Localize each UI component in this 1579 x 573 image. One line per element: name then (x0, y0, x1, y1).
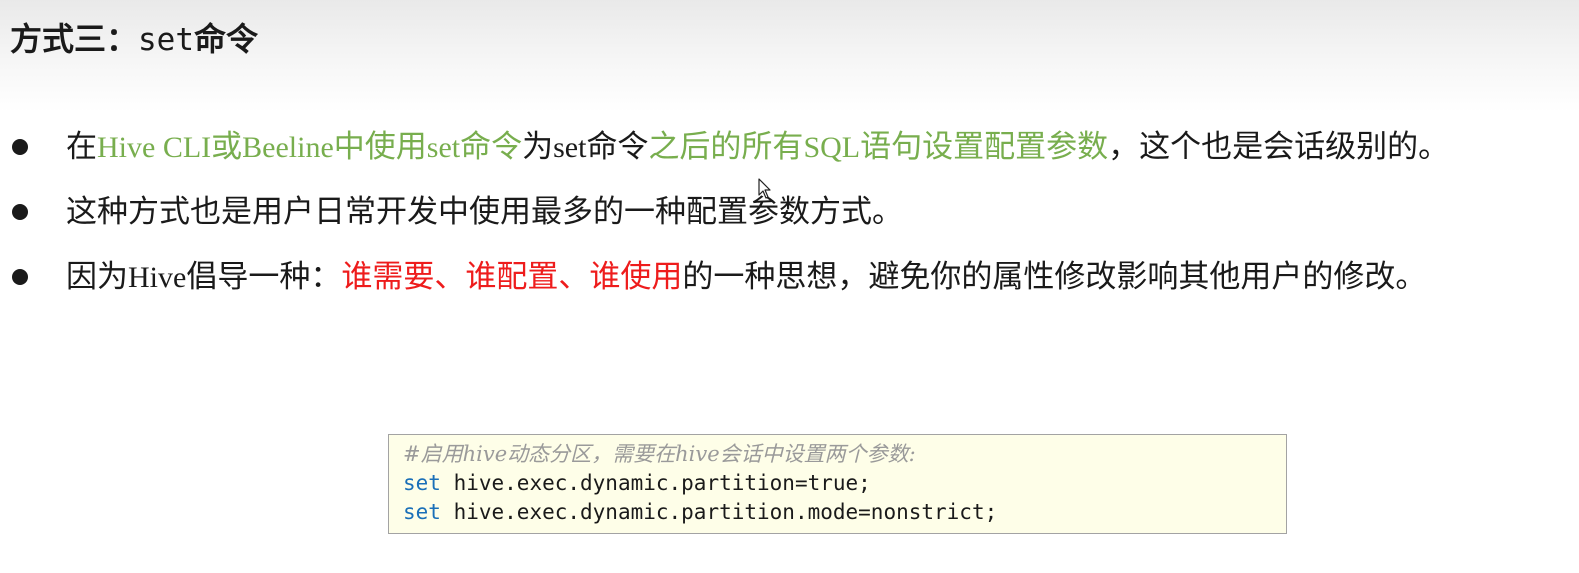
bullet-text-3: 因为Hive倡导一种：谁需要、谁配置、谁使用的一种思想，避免你的属性修改影响其他… (66, 252, 1426, 303)
text-segment: set (553, 131, 587, 164)
text-segment: 谁需要、谁配置、谁使用 (341, 259, 683, 295)
text-segment: 为 (522, 129, 554, 165)
text-segment: 的一种思想，避免你的属性修改影响其他用户的修改。 (682, 259, 1427, 295)
text-segment: 在 (66, 129, 97, 165)
mouse-pointer-icon (758, 178, 771, 199)
page-title: 方式三：set命令 (10, 14, 258, 60)
title-part-2: set (138, 22, 195, 58)
bullet-item-3: 因为Hive倡导一种：谁需要、谁配置、谁使用的一种思想，避免你的属性修改影响其他… (0, 252, 1579, 317)
text-segment: Hive (128, 261, 187, 294)
text-segment: 中使用 (333, 129, 427, 165)
bullet-dot-icon (12, 139, 28, 155)
code-block: #启用hive动态分区，需要在hive会话中设置两个参数: set hive.e… (388, 434, 1287, 534)
code-line-2: set hive.exec.dynamic.partition.mode=non… (403, 498, 1286, 527)
bullet-text-2: 这种方式也是用户日常开发中使用最多的一种配置参数方式。 (66, 187, 903, 237)
bullet-item-1: 在Hive CLI或Beeline中使用set命令为set命令之后的所有SQL语… (0, 122, 1579, 187)
text-segment: 命令 (586, 129, 649, 165)
text-segment: 倡导一种： (186, 259, 342, 295)
bullet-text-1: 在Hive CLI或Beeline中使用set命令为set命令之后的所有SQL语… (66, 122, 1449, 173)
code-line-1: set hive.exec.dynamic.partition=true; (403, 469, 1286, 498)
code-keyword: set (403, 500, 441, 524)
code-comment-line: #启用hive动态分区，需要在hive会话中设置两个参数: (403, 440, 1286, 469)
bullet-list: 在Hive CLI或Beeline中使用set命令为set命令之后的所有SQL语… (0, 122, 1579, 317)
bullet-dot-icon (12, 269, 28, 285)
bullet-dot-icon (12, 204, 28, 220)
title-part-3: 命令 (194, 20, 259, 58)
text-segment: 之后的所有 (648, 129, 804, 165)
text-segment: 语句设置配置参数 (860, 129, 1109, 165)
text-segment: 命令 (460, 129, 523, 165)
text-segment: Hive CLI (97, 131, 212, 164)
text-segment: SQL (803, 131, 861, 164)
text-segment: 因为 (66, 259, 128, 295)
code-comment: #启用hive动态分区，需要在hive会话中设置两个参数: (403, 442, 916, 466)
bullet-item-2: 这种方式也是用户日常开发中使用最多的一种配置参数方式。 (0, 187, 1579, 252)
text-segment: ，这个也是会话级别的。 (1108, 129, 1450, 165)
title-part-1: 方式三： (10, 20, 139, 58)
code-statement: hive.exec.dynamic.partition=true; (440, 471, 871, 495)
text-segment: Beeline (242, 131, 334, 164)
text-segment: 或 (211, 129, 243, 165)
code-keyword: set (403, 471, 441, 495)
text-segment: 这种方式也是用户日常开发中使用最多的一种配置参数方式。 (66, 194, 903, 230)
text-segment: set (426, 131, 461, 164)
code-statement: hive.exec.dynamic.partition.mode=nonstri… (440, 500, 998, 524)
